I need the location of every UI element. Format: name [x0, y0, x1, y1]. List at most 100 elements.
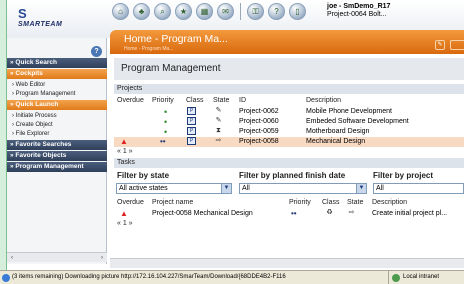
chevron-down-icon[interactable]: ▼ [356, 184, 366, 193]
logo[interactable]: S SMARTEAM [14, 6, 74, 34]
col-overdue[interactable]: Overdue [117, 199, 144, 206]
table-row[interactable]: • P ⧗ Project-0059 Motherboard Design [114, 127, 464, 137]
calendar-icon[interactable]: ▦ [196, 3, 213, 20]
inbox-icon[interactable]: ✉ [217, 3, 234, 20]
user-info: joe - SmDemo_R17 Project-0064 Bolt... [327, 3, 464, 31]
project-description: Motherboard Design [306, 128, 370, 135]
col-priority[interactable]: Priority [152, 97, 174, 104]
collapse-sidebar-icon[interactable]: ? [91, 46, 102, 57]
current-project: Project-0064 Bolt... [327, 11, 387, 18]
col-state[interactable]: State [213, 97, 229, 104]
priority-high-icon: •• [160, 137, 166, 146]
page-header: Home - Program Ma... Home - Program Ma..… [110, 30, 464, 54]
page-header-title: Home - Program Ma... [124, 33, 228, 45]
sidebar-section-quick-search[interactable]: » Quick Search [7, 58, 107, 68]
priority-low-icon: • [164, 117, 168, 127]
logo-mark: S [18, 6, 27, 21]
home-icon[interactable]: ⌂ [112, 3, 129, 20]
chevron-down-icon[interactable]: ▼ [221, 184, 231, 193]
scroll-left-icon[interactable]: ‹ [8, 254, 16, 262]
sidebar-section-favorite-searches[interactable]: » Favorite Searches [7, 140, 107, 150]
help-icon[interactable]: ? [268, 3, 285, 20]
filter-state-select[interactable]: All active states ▼ [116, 183, 232, 194]
toolbar: ⌂ ♣ ⌕ ★ ▦ ✉ ⚿ ? ▯ [112, 3, 306, 33]
sidebar-section-program-management[interactable]: » Program Management [7, 162, 107, 172]
state-icon: ⇨ [348, 209, 355, 216]
table-row[interactable]: ▲ Project-0058 Mechanical Design •• ♻ ⇨ … [114, 209, 464, 219]
col-state[interactable]: State [347, 199, 363, 206]
search-icon[interactable]: ⌕ [154, 3, 171, 20]
project-id[interactable]: Project-0059 [239, 127, 279, 137]
sidebar-item-initiate-process[interactable]: › Initiate Process [7, 112, 107, 121]
scroll-right-icon[interactable]: › [98, 254, 106, 262]
state-icon: ✎ [215, 107, 222, 114]
project-id[interactable]: Project-0058 [239, 137, 279, 147]
filter-project-value: All [376, 185, 384, 192]
sidebar-scrollbar[interactable]: ‹ › [7, 252, 107, 262]
sidebar-item-create-object[interactable]: › Create Object [7, 121, 107, 130]
sidebar-item-file-explorer[interactable]: › File Explorer [7, 130, 107, 139]
col-project-name[interactable]: Project name [152, 199, 193, 206]
status-message: (3 items remaining) Downloading picture … [12, 274, 286, 280]
task-project-name[interactable]: Project-0058 Mechanical Design [152, 209, 253, 219]
sidebar-section-cockpits[interactable]: » Cockpits [7, 69, 107, 79]
table-row-selected[interactable]: ▲ •• P ⇨ Project-0058 Mechanical Design [114, 137, 464, 147]
sidebar-section-quick-launch[interactable]: » Quick Launch [7, 100, 107, 110]
state-icon: ⇨ [215, 137, 222, 144]
table-row[interactable]: • P ✎ Project-0062 Mobile Phone Developm… [114, 107, 464, 117]
edit-page-icon[interactable]: ✎ [435, 40, 445, 50]
lock-icon[interactable]: ⚿ [247, 3, 264, 20]
task-class-icon: ♻ [326, 209, 333, 216]
priority-low-icon: • [164, 107, 168, 117]
favorites-icon[interactable]: ★ [175, 3, 192, 20]
filter-state-value: All active states [119, 185, 168, 192]
filter-project-select[interactable]: All [373, 183, 464, 194]
col-class[interactable]: Class [322, 199, 340, 206]
left-strip [0, 0, 7, 270]
sidebar: ? » Quick Search » Cockpits › Web Editor… [7, 38, 107, 264]
col-overdue[interactable]: Overdue [117, 97, 144, 104]
browser-window: S SMARTEAM ⌂ ♣ ⌕ ★ ▦ ✉ ⚿ ? ▯ joe - SmDem… [0, 0, 464, 284]
sidebar-section-favorite-objects[interactable]: » Favorite Objects [7, 151, 107, 161]
project-description: Mechanical Design [306, 138, 366, 145]
overdue-warning-icon: ▲ [120, 209, 128, 218]
filter-date-value: All [242, 185, 250, 192]
project-id[interactable]: Project-0062 [239, 107, 279, 117]
project-description: Mobile Phone Development [306, 108, 392, 115]
tasks-pager[interactable]: « 1 » [117, 220, 133, 227]
page-menu-button[interactable] [450, 40, 464, 50]
priority-low-icon: • [164, 127, 168, 137]
project-id[interactable]: Project-0060 [239, 117, 279, 127]
project-description: Embeded Software Development [306, 118, 409, 125]
state-icon: ⧗ [216, 127, 221, 134]
col-description[interactable]: Description [306, 97, 341, 104]
main-content: Program Management Projects Overdue Prio… [110, 54, 464, 266]
sidebar-item-program-management[interactable]: › Program Management [7, 90, 107, 99]
filter-date-select[interactable]: All ▼ [239, 183, 367, 194]
col-class[interactable]: Class [186, 97, 204, 104]
content-scrollbar[interactable] [110, 258, 464, 268]
projects-pager[interactable]: « 1 » [117, 148, 133, 155]
project-class-icon: P [187, 107, 196, 115]
filter-project-label: Filter by project [373, 171, 434, 180]
col-description[interactable]: Description [372, 199, 407, 206]
project-class-icon: P [187, 117, 196, 125]
col-id[interactable]: ID [239, 97, 246, 104]
tasks-section-header: Tasks [114, 158, 464, 168]
breadcrumb[interactable]: Home - Program Ma... [124, 46, 173, 52]
state-icon: ✎ [215, 117, 222, 124]
status-bar: (3 items remaining) Downloading picture … [0, 270, 464, 284]
exit-icon[interactable]: ▯ [289, 3, 306, 20]
task-description: Create initial project pl... [372, 210, 448, 217]
project-class-icon: P [187, 137, 196, 145]
priority-high-icon: •• [291, 209, 297, 218]
col-priority[interactable]: Priority [289, 199, 311, 206]
sidebar-item-web-editor[interactable]: › Web Editor [7, 81, 107, 90]
table-row[interactable]: • P ✎ Project-0060 Embeded Software Deve… [114, 117, 464, 127]
filter-state-label: Filter by state [117, 171, 170, 180]
browser-icon [2, 274, 10, 282]
toolbar-separator [240, 3, 241, 20]
filter-date-label: Filter by planned finish date [239, 171, 346, 180]
tree-icon[interactable]: ♣ [133, 3, 150, 20]
logo-text: SMARTEAM [18, 21, 63, 28]
